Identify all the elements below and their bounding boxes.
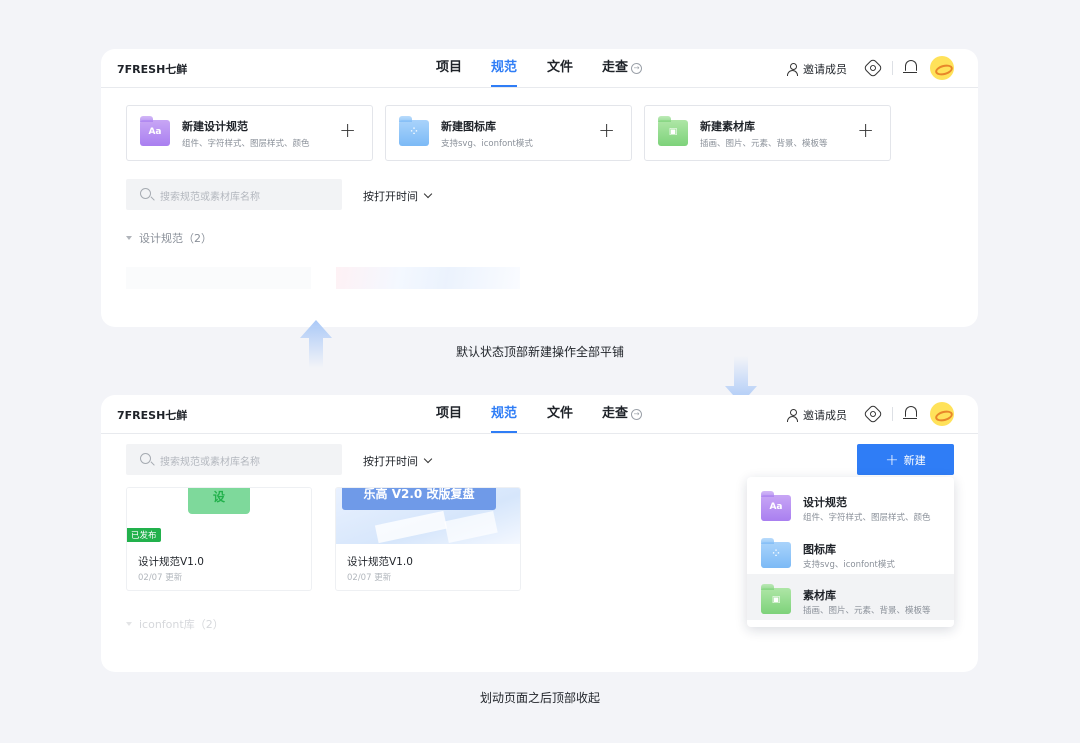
folder-icon: Aa	[140, 116, 170, 146]
add-user-icon	[787, 63, 799, 76]
grid-icon: ⁘	[772, 549, 780, 559]
card-date: 02/07 更新	[138, 573, 183, 583]
collapse-triangle-icon	[126, 622, 132, 626]
card-title: 新建设计规范	[182, 120, 248, 133]
spec-card[interactable]: 设 已发布 设计规范V1.0 02/07 更新	[126, 487, 312, 591]
thumbnail-decor	[374, 510, 448, 544]
tab-files[interactable]: 文件	[547, 395, 573, 433]
section-header[interactable]: 设计规范（2）	[126, 230, 212, 246]
status-badge: 已发布	[127, 528, 161, 542]
search-input[interactable]: 搜索规范或素材库名称	[126, 179, 342, 210]
card-subtitle: 组件、字符样式、图层样式、颜色	[182, 139, 310, 149]
card-subtitle: 支持svg、iconfont模式	[441, 139, 533, 149]
caption-scrolled: 划动页面之后顶部收起	[479, 691, 600, 705]
new-asset-library-card[interactable]: ▣ 新建素材库 插画、图片、元素、背景、模板等 +	[644, 105, 891, 161]
tab-specs[interactable]: 规范	[491, 395, 518, 433]
tab-review[interactable]: 走查 →	[602, 49, 643, 87]
bell-icon[interactable]	[903, 406, 917, 419]
image-icon: ▣	[668, 127, 678, 137]
menu-item-design-spec[interactable]: Aa 设计规范 组件、字符样式、图层样式、颜色	[747, 481, 954, 527]
chevron-down-icon	[423, 454, 433, 464]
divider	[892, 61, 893, 75]
invite-members-button[interactable]: 邀请成员	[787, 61, 847, 77]
search-icon	[140, 188, 151, 199]
folder-icon: ▣	[658, 116, 688, 146]
top-navbar: 7FRESH七鲜 项目 规范 文件 走查 → 邀请成员	[101, 395, 978, 434]
top-navbar: 7FRESH七鲜 项目 规范 文件 走查 → 邀请成员	[101, 49, 978, 88]
divider	[892, 407, 893, 421]
search-icon	[140, 453, 151, 464]
invite-members-button[interactable]: 邀请成员	[787, 407, 847, 423]
collapse-triangle-icon	[126, 236, 132, 240]
tab-specs[interactable]: 规范	[491, 49, 518, 87]
add-user-icon	[787, 409, 799, 422]
card-title: 新建素材库	[700, 120, 755, 133]
sort-dropdown[interactable]: 按打开时间	[363, 453, 433, 469]
card-date: 02/07 更新	[347, 573, 392, 583]
grid-icon: ⁘	[410, 127, 418, 137]
caption-default: 默认状态顶部新建操作全部平铺	[455, 345, 624, 359]
plus-icon[interactable]: +	[339, 118, 356, 142]
bell-icon[interactable]	[903, 60, 917, 73]
doc-thumb-faded	[336, 267, 520, 289]
image-icon: ▣	[771, 595, 781, 605]
folder-icon: ▣	[761, 584, 791, 614]
brand-logo[interactable]: 7FRESH七鲜	[117, 61, 187, 77]
card-subtitle: 插画、图片、元素、背景、模板等	[700, 139, 828, 149]
external-link-icon: →	[631, 409, 643, 420]
chevron-down-icon	[423, 189, 433, 199]
card-thumbnail: 乐高 V2.0 改版复盘	[336, 488, 520, 544]
avatar[interactable]	[930, 56, 954, 80]
menu-item-asset-library[interactable]: ▣ 素材库 插画、图片、元素、背景、模板等	[747, 574, 954, 620]
tab-files[interactable]: 文件	[547, 49, 573, 87]
settings-icon[interactable]	[863, 58, 883, 78]
default-state-panel: 7FRESH七鲜 项目 规范 文件 走查 → 邀请成员 Aa 新建设计规范 组件、…	[101, 49, 978, 327]
tab-review[interactable]: 走查 →	[602, 395, 643, 433]
tab-projects[interactable]: 项目	[436, 395, 462, 433]
new-button[interactable]: + 新建	[857, 444, 954, 475]
section-header[interactable]: iconfont库（2）	[126, 616, 224, 632]
new-design-spec-card[interactable]: Aa 新建设计规范 组件、字符样式、图层样式、颜色 +	[126, 105, 373, 161]
settings-icon[interactable]	[863, 404, 883, 424]
plus-icon: +	[885, 450, 899, 469]
doc-thumb-faded	[126, 267, 311, 289]
new-icon-library-card[interactable]: ⁘ 新建图标库 支持svg、iconfont模式 +	[385, 105, 632, 161]
external-link-icon: →	[631, 63, 643, 74]
folder-icon: ⁘	[399, 116, 429, 146]
menu-item-icon-library[interactable]: ⁘ 图标库 支持svg、iconfont模式	[747, 528, 954, 574]
plus-icon[interactable]: +	[598, 118, 615, 142]
card-title: 新建图标库	[441, 120, 496, 133]
card-title: 设计规范V1.0	[347, 556, 413, 568]
search-input[interactable]: 搜索规范或素材库名称	[126, 444, 342, 475]
plus-icon[interactable]: +	[857, 118, 874, 142]
avatar[interactable]	[930, 402, 954, 426]
card-title: 设计规范V1.0	[138, 556, 204, 568]
spec-card[interactable]: 乐高 V2.0 改版复盘 设计规范V1.0 02/07 更新	[335, 487, 521, 591]
sort-dropdown[interactable]: 按打开时间	[363, 188, 433, 204]
folder-icon: Aa	[761, 491, 791, 521]
new-dropdown-menu: Aa 设计规范 组件、字符样式、图层样式、颜色 ⁘ 图标库 支持svg、icon…	[747, 477, 954, 627]
brand-logo[interactable]: 7FRESH七鲜	[117, 407, 187, 423]
tab-projects[interactable]: 项目	[436, 49, 462, 87]
thumbnail-decor	[444, 511, 498, 543]
folder-icon: ⁘	[761, 538, 791, 568]
